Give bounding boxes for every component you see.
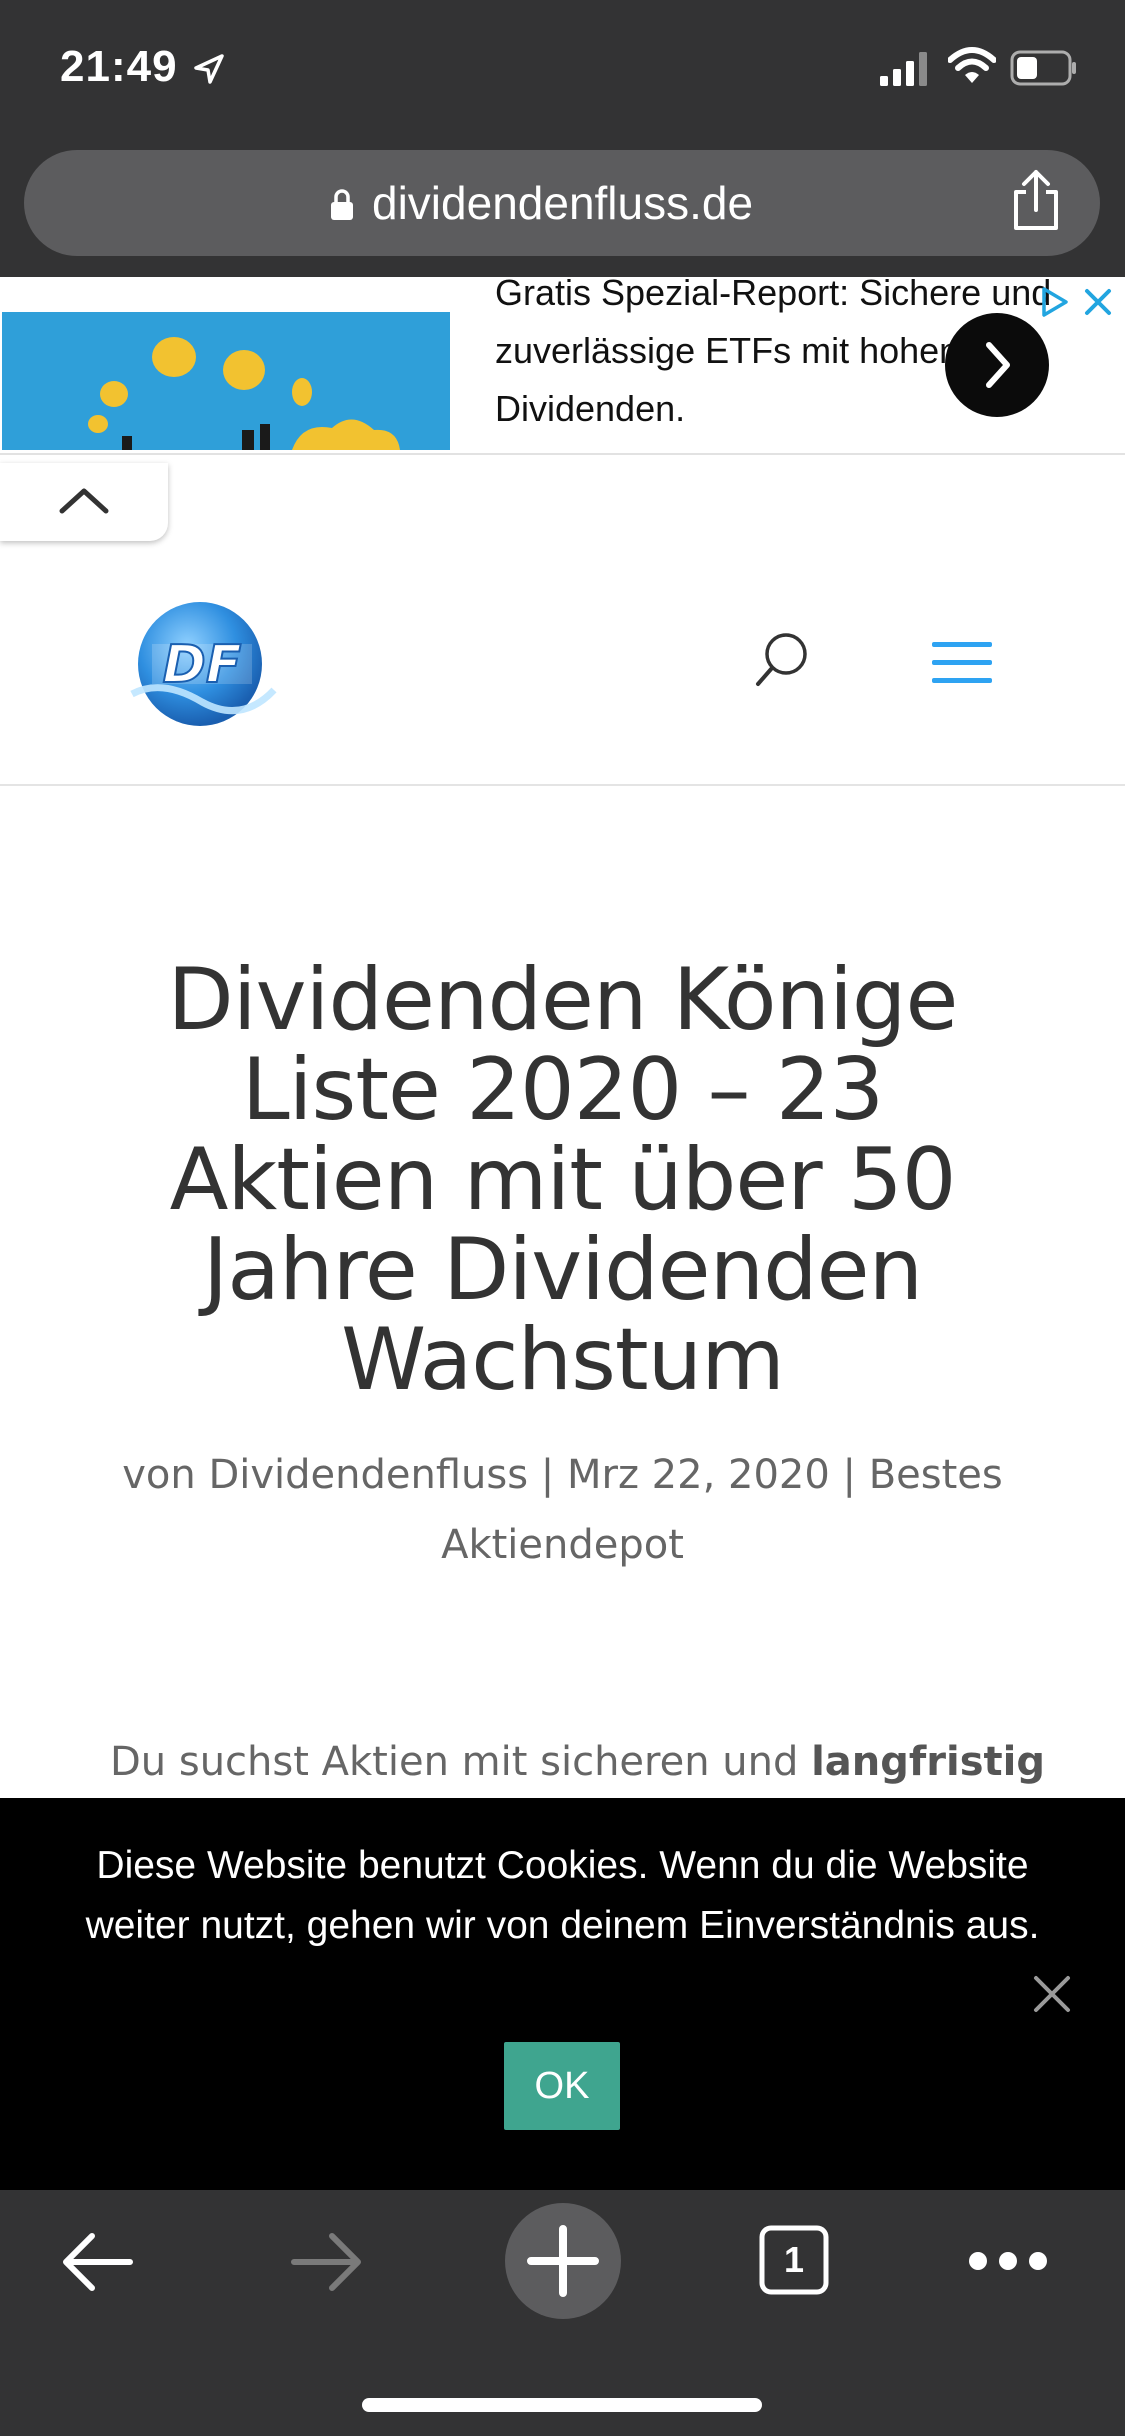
url-domain[interactable]: dividendenfluss.de — [372, 176, 753, 230]
ad-next-button[interactable] — [945, 313, 1049, 417]
intro-text: Du suchst Aktien mit sicheren und — [110, 1739, 799, 1785]
cookie-message: Diese Website benutzt Cookies. Wenn du d… — [85, 1844, 1040, 1947]
signal-icon — [880, 52, 927, 86]
chevron-up-icon — [59, 488, 109, 514]
forward-arrow-icon[interactable] — [288, 2228, 366, 2296]
location-arrow-icon — [194, 54, 224, 84]
meta-separator: | — [842, 1452, 856, 1498]
site-logo[interactable]: DF — [122, 598, 282, 732]
hamburger-menu-icon[interactable] — [930, 638, 994, 688]
meta-separator: | — [540, 1452, 555, 1498]
article-title: Dividenden Könige Liste 2020 – 23 Aktien… — [167, 950, 959, 1410]
cookie-ok-button[interactable]: OK — [504, 2042, 620, 2130]
header-divider — [0, 784, 1125, 786]
ad-close-icon[interactable] — [1082, 286, 1114, 318]
ad-collapse-button[interactable] — [0, 463, 168, 541]
more-icon[interactable] — [966, 2248, 1050, 2274]
ad-image[interactable] — [2, 312, 450, 450]
intro-bold-text: langfristig — [811, 1739, 1046, 1785]
home-indicator[interactable] — [362, 2398, 762, 2412]
lock-icon — [331, 189, 353, 220]
article-intro: Du suchst Aktien mit sicheren und langfr… — [110, 1732, 1045, 1792]
status-time: 21:49 — [60, 42, 178, 91]
post-meta: von Dividendenfluss | Mrz 22, 2020 | Bes… — [110, 1440, 1015, 1580]
ad-coins-illustration — [88, 337, 400, 450]
meta-author[interactable]: von Dividendenfluss — [122, 1452, 528, 1498]
tabs-button[interactable]: 1 — [758, 2224, 830, 2296]
search-icon[interactable] — [752, 630, 812, 690]
chevron-right-icon — [986, 342, 1010, 388]
share-icon[interactable] — [1010, 168, 1062, 232]
logo-text: DF — [163, 635, 242, 695]
new-tab-plus-icon — [527, 2225, 599, 2297]
close-icon[interactable] — [1030, 1972, 1074, 2016]
new-tab-button[interactable] — [505, 2203, 621, 2319]
tab-count: 1 — [783, 2239, 805, 2280]
meta-date: Mrz 22, 2020 — [567, 1452, 830, 1498]
wifi-icon — [948, 47, 996, 83]
ad-choices-icon[interactable] — [1036, 284, 1072, 320]
battery-icon — [1010, 50, 1076, 86]
back-arrow-icon[interactable] — [58, 2228, 136, 2296]
